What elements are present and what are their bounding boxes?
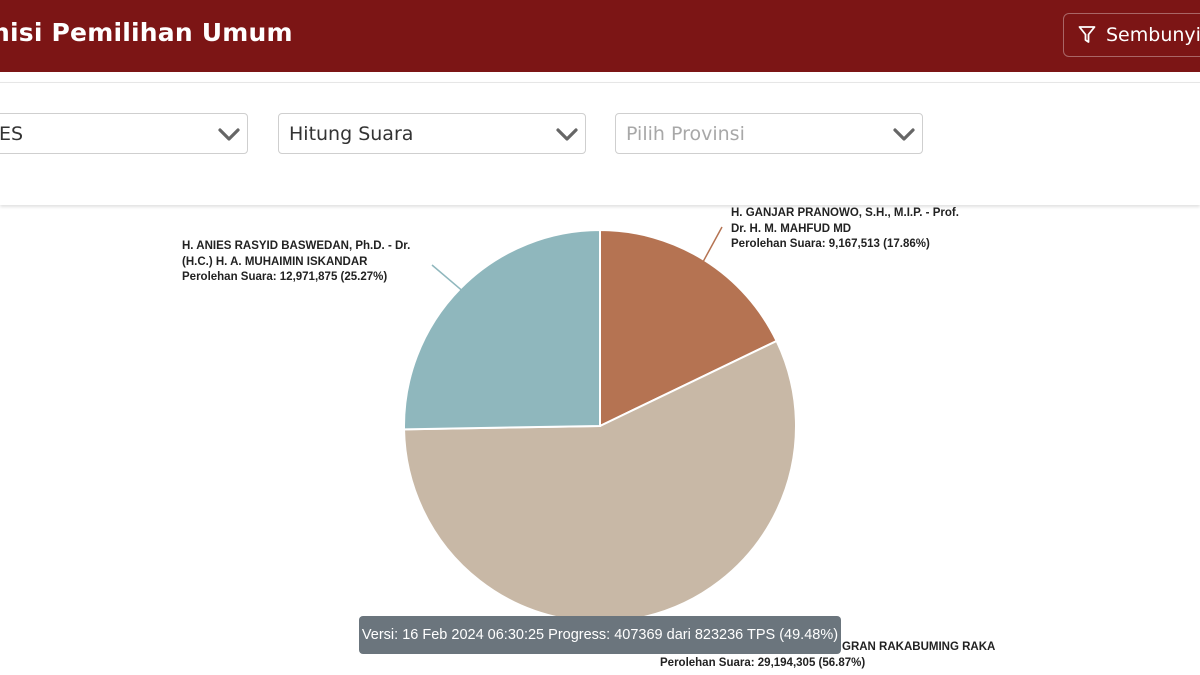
- election-type-select[interactable]: ES: [0, 113, 248, 154]
- count-type-value: Hitung Suara: [289, 122, 414, 145]
- label-connector-line: [701, 226, 723, 264]
- label-anies: H. ANIES RASYID BASWEDAN, Ph.D. - Dr. (H…: [182, 239, 410, 286]
- app-header: nisi Pemilihan Umum Sembunyik: [0, 0, 1200, 72]
- label-ganjar-votes: Perolehan Suara: 9,167,513 (17.86%): [731, 238, 930, 250]
- label-ganjar: H. GANJAR PRANOWO, S.H., M.I.P. - Prof. …: [731, 206, 959, 253]
- chevron-down-icon: [556, 128, 578, 141]
- province-select[interactable]: Pilih Provinsi: [615, 113, 923, 154]
- label-ganjar-name-2: Dr. H. M. MAHFUD MD: [731, 222, 852, 235]
- filter-bar: ES Hitung Suara Pilih Provinsi: [0, 82, 1200, 205]
- version-progress-banner: Versi: 16 Feb 2024 06:30:25 Progress: 40…: [359, 616, 841, 654]
- election-type-value: ES: [0, 122, 24, 145]
- province-placeholder: Pilih Provinsi: [626, 122, 745, 145]
- hide-filter-label: Sembunyik: [1106, 24, 1200, 46]
- label-anies-name-1: H. ANIES RASYID BASWEDAN, Ph.D. - Dr.: [182, 240, 411, 252]
- app-title: nisi Pemilihan Umum: [0, 18, 293, 47]
- pie-slice-anies[interactable]: [403, 228, 601, 431]
- chevron-down-icon: [893, 128, 915, 141]
- filter-icon: [1078, 26, 1096, 43]
- vote-pie-chart: [403, 226, 797, 623]
- chevron-down-icon: [218, 128, 240, 141]
- vote-chart-area: H. GANJAR PRANOWO, S.H., M.I.P. - Prof. …: [0, 205, 1200, 675]
- hide-filter-button[interactable]: Sembunyik: [1063, 13, 1200, 57]
- label-connector-line: [431, 264, 464, 292]
- count-type-select[interactable]: Hitung Suara: [278, 113, 586, 154]
- label-ganjar-name-1: H. GANJAR PRANOWO, S.H., M.I.P. - Prof.: [731, 207, 959, 219]
- label-anies-name-2: (H.C.) H. A. MUHAIMIN ISKANDAR: [182, 255, 368, 268]
- label-anies-votes: Perolehan Suara: 12,971,875 (25.27%): [182, 271, 388, 283]
- label-prabowo-votes: Perolehan Suara: 29,194,305 (56.87%): [660, 656, 866, 669]
